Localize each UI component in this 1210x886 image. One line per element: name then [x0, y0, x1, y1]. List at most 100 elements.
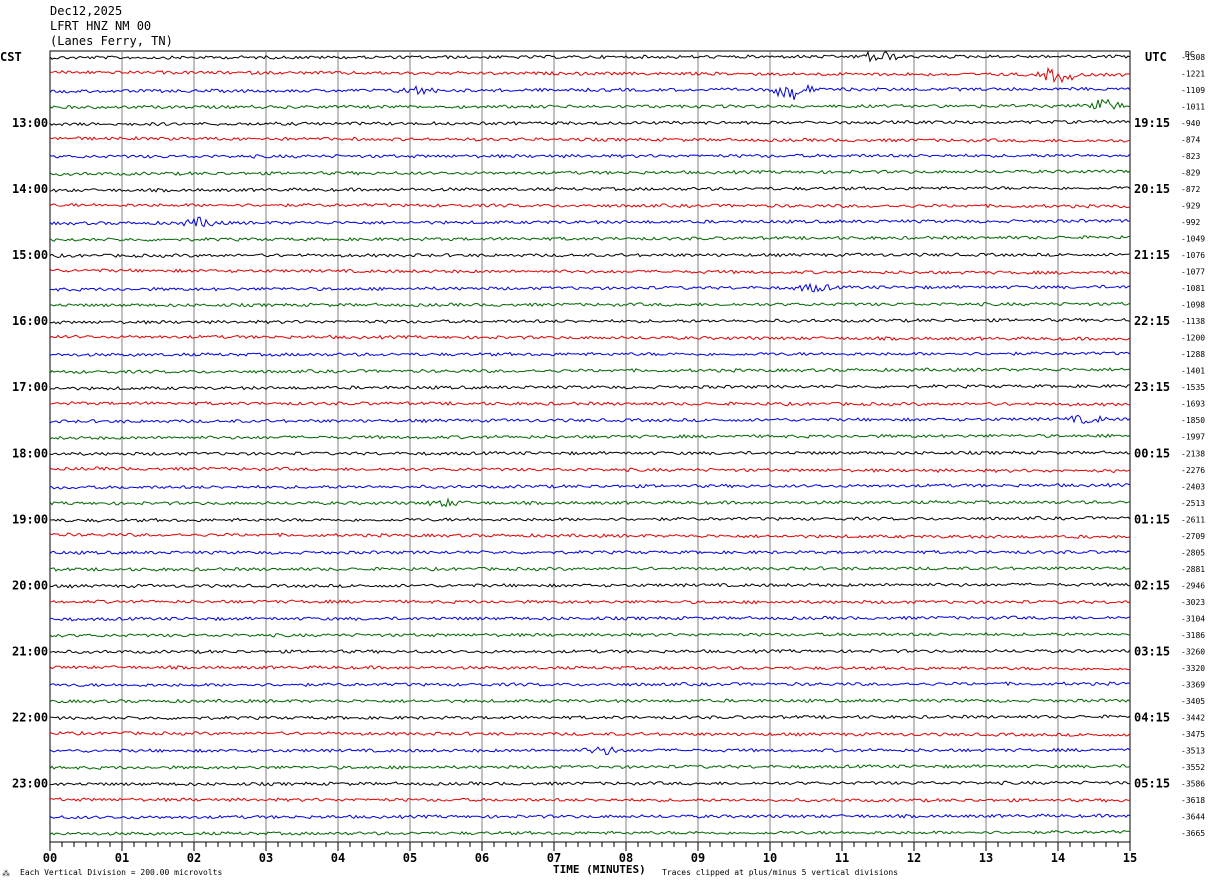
seismic-trace: [49, 383, 1131, 391]
seismic-trace: [49, 813, 1131, 820]
dc-offset-label: -3186: [1181, 631, 1205, 640]
dc-offset-label: -940: [1181, 119, 1200, 128]
dc-offset-label: -1200: [1181, 334, 1205, 343]
dc-offset-label: -2946: [1181, 581, 1205, 590]
dc-offset-label: -3475: [1181, 730, 1205, 739]
dc-offset-label: -3586: [1181, 779, 1205, 788]
dc-offset-label: -929: [1181, 202, 1200, 211]
dc-offset-label: -2138: [1181, 449, 1205, 458]
dc-offset-label: -2805: [1181, 548, 1205, 557]
dc-offset-label: -3260: [1181, 647, 1205, 656]
dc-offset-label: -3442: [1181, 713, 1205, 722]
seismic-trace: [49, 351, 1131, 357]
helicorder-plot: 00 01 02 03 04 05 06 07 08 09 10 11 12 13 14 1513:0014:…: [12, 50, 1205, 865]
seismic-trace: [49, 153, 1131, 159]
seismic-trace: [49, 450, 1131, 456]
dc-offset-label: -3369: [1181, 680, 1205, 689]
x-tick-label: 00: [43, 851, 57, 865]
dc-offset-label: -1401: [1181, 367, 1205, 376]
seismic-trace: [49, 730, 1131, 737]
x-tick-label: 12: [907, 851, 921, 865]
dc-offset-label: -1288: [1181, 350, 1205, 359]
seismic-trace: [49, 549, 1131, 555]
dc-offset-label: -1076: [1181, 251, 1205, 260]
right-time-label: 01:15: [1134, 512, 1170, 526]
dc-offset-label: -3552: [1181, 763, 1205, 772]
dc-offset-label: -3023: [1181, 598, 1205, 607]
dc-offset-label: -3405: [1181, 697, 1205, 706]
left-time-label: 21:00: [12, 644, 48, 658]
left-time-label: 20:00: [12, 578, 48, 592]
dc-offset-label: -3104: [1181, 614, 1205, 623]
seismic-trace: [49, 599, 1131, 605]
seismic-trace: [49, 83, 1131, 100]
dc-offset-label: -2611: [1181, 515, 1205, 524]
dc-offset-label: -2276: [1181, 466, 1205, 475]
seismic-trace: [49, 648, 1131, 655]
left-time-label: 14:00: [12, 182, 48, 196]
left-time-label: 22:00: [12, 710, 48, 724]
dc-offset-label: -3644: [1181, 812, 1205, 821]
right-time-label: 02:15: [1134, 578, 1170, 592]
seismic-trace: [49, 482, 1131, 490]
dc-offset-label: -1098: [1181, 301, 1205, 310]
left-time-label: 15:00: [12, 248, 48, 262]
dc-offset-label: -1308: [1181, 53, 1205, 62]
seismic-trace: [49, 698, 1131, 704]
dc-offset-label: -2403: [1181, 482, 1205, 491]
seismic-trace: [49, 185, 1131, 193]
seismic-trace: [49, 169, 1131, 177]
x-tick-label: 09: [691, 851, 705, 865]
seismic-trace: [49, 515, 1131, 523]
right-time-label: 21:15: [1134, 248, 1170, 262]
scale-note: Each Vertical Division = 200.00 microvol…: [20, 868, 223, 877]
seismic-trace: [49, 665, 1131, 671]
x-tick-label: 03: [259, 851, 273, 865]
x-tick-label: 05: [403, 851, 417, 865]
seismic-trace: [49, 433, 1131, 441]
seismic-trace: [49, 780, 1131, 787]
seismic-trace: [49, 466, 1131, 474]
dc-offset-label: -2881: [1181, 565, 1205, 574]
dc-offset-label: -1049: [1181, 235, 1205, 244]
left-time-label: 17:00: [12, 380, 48, 394]
left-time-label: 18:00: [12, 446, 48, 460]
seismic-trace: [49, 367, 1131, 374]
seismic-trace: [49, 98, 1131, 110]
seismic-trace: [49, 681, 1131, 688]
dc-offset-label: -1535: [1181, 383, 1205, 392]
x-tick-label: 04: [331, 851, 345, 865]
left-time-label: 23:00: [12, 776, 48, 790]
seismic-trace: [49, 497, 1131, 508]
dc-offset-label: -829: [1181, 169, 1200, 178]
dc-offset-label: -1850: [1181, 416, 1205, 425]
dc-offset-label: -3320: [1181, 664, 1205, 673]
seismic-trace: [49, 119, 1131, 127]
dc-offset-label: -1997: [1181, 433, 1205, 442]
seismic-trace: [49, 632, 1131, 638]
right-time-label: 19:15: [1134, 116, 1170, 130]
dc-offset-label: -2709: [1181, 532, 1205, 541]
dc-offset-label: -3618: [1181, 796, 1205, 805]
seismic-trace: [49, 582, 1131, 589]
left-time-label: 16:00: [12, 314, 48, 328]
right-time-label: 05:15: [1134, 776, 1170, 790]
seismic-trace: [49, 268, 1131, 275]
dc-offset-label: -1138: [1181, 317, 1205, 326]
clip-note: Traces clipped at plus/minus 5 vertical …: [662, 868, 899, 877]
seismic-trace: [49, 216, 1131, 228]
seismic-trace: [49, 252, 1131, 259]
left-time-label: 19:00: [12, 512, 48, 526]
dc-offset-label: -3513: [1181, 746, 1205, 755]
dc-offset-label: -874: [1181, 136, 1200, 145]
dc-offset-label: -992: [1181, 218, 1200, 227]
dc-offset-label: -2513: [1181, 499, 1205, 508]
seismic-trace: [49, 532, 1131, 539]
seismic-trace: [49, 830, 1131, 836]
right-time-label: 23:15: [1134, 380, 1170, 394]
dc-offset-label: -1081: [1181, 284, 1205, 293]
x-tick-label: 02: [187, 851, 201, 865]
right-time-label: 00:15: [1134, 446, 1170, 460]
dc-offset-label: -3665: [1181, 829, 1205, 838]
seismic-trace: [49, 282, 1131, 293]
